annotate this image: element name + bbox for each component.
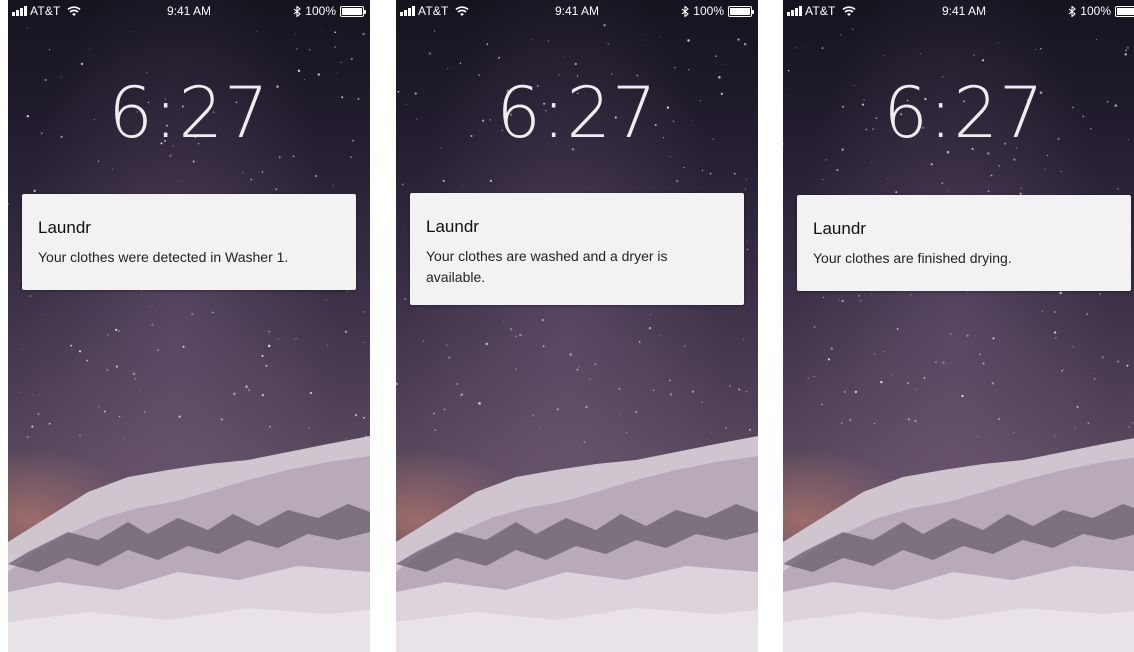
lockscreen-clock: 6:27 [108,72,270,154]
battery-icon [728,5,754,17]
wallpaper-mountains [396,436,758,652]
status-bar: AT&T 9:41 AM 100% [396,0,758,22]
status-bar: AT&T 9:41 AM 100% [8,0,370,22]
lockscreen-2: AT&T 9:41 AM 100% 6:27 Laundr Your cloth… [396,0,758,652]
wallpaper-mountains [8,436,370,652]
bluetooth-icon [681,5,690,17]
notification-app-name: Laundr [426,217,479,236]
notification-banner[interactable]: Laundr Your clothes were detected in Was… [22,194,356,290]
lockscreen-3: AT&T 9:41 AM 100% 6:27 Laundr Your cloth… [783,0,1134,652]
notification-app-name: Laundr [38,218,91,237]
notification-message: Your clothes were detected in Washer 1. [38,249,289,265]
notification-banner[interactable]: Laundr Your clothes are washed and a dry… [410,193,744,305]
notification-banner[interactable]: Laundr Your clothes are finished drying. [797,195,1131,291]
battery-icon [1115,5,1134,17]
lockscreen-1: AT&T 9:41 AM 100% 6:27 Laundr Your cloth… [8,0,370,652]
bluetooth-icon [293,5,302,17]
bluetooth-icon [1068,5,1077,17]
wallpaper-mountains [783,438,1134,652]
battery-percent: 100% [305,4,336,18]
notification-message: Your clothes are washed and a dryer is a… [426,248,668,285]
notification-app-name: Laundr [813,219,866,238]
battery-percent: 100% [693,4,724,18]
notification-message: Your clothes are finished drying. [813,250,1012,266]
lockscreen-clock: 6:27 [496,72,658,154]
status-bar: AT&T 9:41 AM 100% [783,0,1134,22]
battery-percent: 100% [1080,4,1111,18]
lockscreen-clock: 6:27 [883,72,1045,154]
battery-icon [340,5,366,17]
